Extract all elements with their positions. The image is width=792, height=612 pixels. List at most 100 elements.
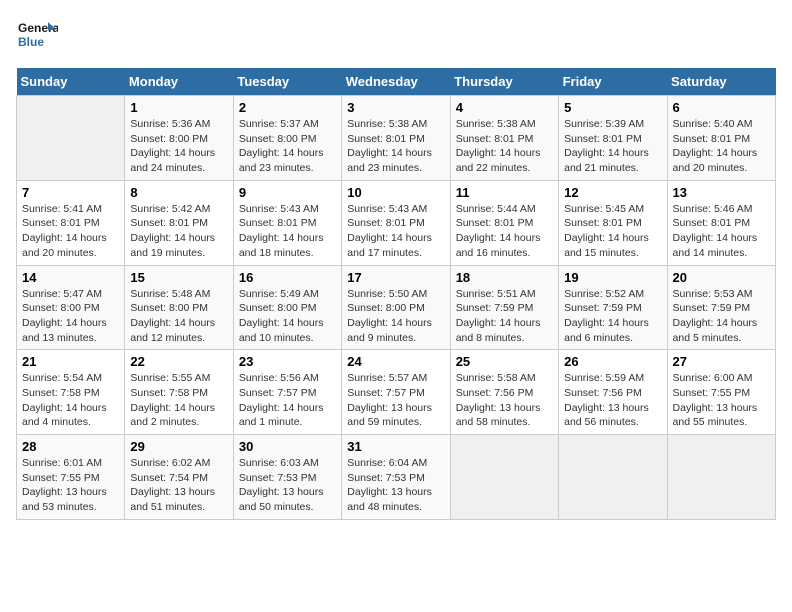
day-number: 31 <box>347 439 444 454</box>
day-number: 23 <box>239 354 336 369</box>
calendar-cell: 9Sunrise: 5:43 AM Sunset: 8:01 PM Daylig… <box>233 180 341 265</box>
day-info: Sunrise: 5:49 AM Sunset: 8:00 PM Dayligh… <box>239 287 336 346</box>
day-number: 28 <box>22 439 119 454</box>
day-header-tuesday: Tuesday <box>233 68 341 96</box>
calendar-cell <box>17 96 125 181</box>
day-number: 24 <box>347 354 444 369</box>
calendar-cell: 15 Sunrise: 5:48 AM Sunset: 8:00 PM Dayli… <box>125 265 233 350</box>
calendar-week-5: 28 Sunrise: 6:01 AM Sunset: 7:55 PM Dayli… <box>17 435 776 520</box>
day-info: Sunrise: 6:02 AM Sunset: 7:54 PM Dayligh… <box>130 456 227 515</box>
day-number: 7 <box>22 185 119 200</box>
day-info: Sunrise: 5:53 AM Sunset: 7:59 PM Dayligh… <box>673 287 770 346</box>
day-number: 16 <box>239 270 336 285</box>
calendar-cell: 16 Sunrise: 5:49 AM Sunset: 8:00 PM Dayli… <box>233 265 341 350</box>
calendar-cell: 30Sunrise: 6:03 AM Sunset: 7:53 PM Dayli… <box>233 435 341 520</box>
day-number: 12 <box>564 185 661 200</box>
calendar-cell: 13Sunrise: 5:46 AM Sunset: 8:01 PM Dayli… <box>667 180 775 265</box>
calendar-cell: 26 Sunrise: 5:59 AM Sunset: 7:56 PM Dayli… <box>559 350 667 435</box>
day-info: Sunrise: 5:51 AM Sunset: 7:59 PM Dayligh… <box>456 287 553 346</box>
day-header-saturday: Saturday <box>667 68 775 96</box>
calendar-table: SundayMondayTuesdayWednesdayThursdayFrid… <box>16 68 776 520</box>
day-info: Sunrise: 5:47 AM Sunset: 8:00 PM Dayligh… <box>22 287 119 346</box>
calendar-cell: 29Sunrise: 6:02 AM Sunset: 7:54 PM Dayli… <box>125 435 233 520</box>
day-number: 21 <box>22 354 119 369</box>
day-number: 3 <box>347 100 444 115</box>
calendar-cell: 18Sunrise: 5:51 AM Sunset: 7:59 PM Dayli… <box>450 265 558 350</box>
day-header-monday: Monday <box>125 68 233 96</box>
day-number: 10 <box>347 185 444 200</box>
day-number: 27 <box>673 354 770 369</box>
day-info: Sunrise: 5:45 AM Sunset: 8:01 PM Dayligh… <box>564 202 661 261</box>
calendar-header-row: SundayMondayTuesdayWednesdayThursdayFrid… <box>17 68 776 96</box>
day-number: 11 <box>456 185 553 200</box>
day-info: Sunrise: 5:48 AM Sunset: 8:00 PM Dayligh… <box>130 287 227 346</box>
day-header-thursday: Thursday <box>450 68 558 96</box>
calendar-cell: 23 Sunrise: 5:56 AM Sunset: 7:57 PM Dayli… <box>233 350 341 435</box>
day-number: 26 <box>564 354 661 369</box>
calendar-cell: 19Sunrise: 5:52 AM Sunset: 7:59 PM Dayli… <box>559 265 667 350</box>
calendar-week-2: 7Sunrise: 5:41 AM Sunset: 8:01 PM Daylig… <box>17 180 776 265</box>
day-header-sunday: Sunday <box>17 68 125 96</box>
calendar-cell: 10 Sunrise: 5:43 AM Sunset: 8:01 PM Dayli… <box>342 180 450 265</box>
day-number: 6 <box>673 100 770 115</box>
day-number: 20 <box>673 270 770 285</box>
day-info: Sunrise: 5:40 AM Sunset: 8:01 PM Dayligh… <box>673 117 770 176</box>
day-info: Sunrise: 6:04 AM Sunset: 7:53 PM Dayligh… <box>347 456 444 515</box>
day-number: 25 <box>456 354 553 369</box>
calendar-cell: 5 Sunrise: 5:39 AM Sunset: 8:01 PM Daylig… <box>559 96 667 181</box>
calendar-cell: 7Sunrise: 5:41 AM Sunset: 8:01 PM Daylig… <box>17 180 125 265</box>
day-info: Sunrise: 5:42 AM Sunset: 8:01 PM Dayligh… <box>130 202 227 261</box>
calendar-cell: 31 Sunrise: 6:04 AM Sunset: 7:53 PM Dayli… <box>342 435 450 520</box>
calendar-cell: 20 Sunrise: 5:53 AM Sunset: 7:59 PM Dayli… <box>667 265 775 350</box>
calendar-cell: 14 Sunrise: 5:47 AM Sunset: 8:00 PM Dayli… <box>17 265 125 350</box>
day-number: 5 <box>564 100 661 115</box>
day-info: Sunrise: 5:55 AM Sunset: 7:58 PM Dayligh… <box>130 371 227 430</box>
day-info: Sunrise: 5:36 AM Sunset: 8:00 PM Dayligh… <box>130 117 227 176</box>
day-info: Sunrise: 5:38 AM Sunset: 8:01 PM Dayligh… <box>456 117 553 176</box>
calendar-cell <box>559 435 667 520</box>
day-number: 14 <box>22 270 119 285</box>
day-info: Sunrise: 5:44 AM Sunset: 8:01 PM Dayligh… <box>456 202 553 261</box>
calendar-cell: 25 Sunrise: 5:58 AM Sunset: 7:56 PM Dayli… <box>450 350 558 435</box>
day-info: Sunrise: 5:57 AM Sunset: 7:57 PM Dayligh… <box>347 371 444 430</box>
calendar-cell: 28 Sunrise: 6:01 AM Sunset: 7:55 PM Dayli… <box>17 435 125 520</box>
calendar-cell: 4 Sunrise: 5:38 AM Sunset: 8:01 PM Daylig… <box>450 96 558 181</box>
day-info: Sunrise: 5:50 AM Sunset: 8:00 PM Dayligh… <box>347 287 444 346</box>
day-number: 1 <box>130 100 227 115</box>
day-number: 22 <box>130 354 227 369</box>
day-number: 4 <box>456 100 553 115</box>
day-number: 15 <box>130 270 227 285</box>
calendar-cell: 17 Sunrise: 5:50 AM Sunset: 8:00 PM Dayli… <box>342 265 450 350</box>
calendar-cell: 11 Sunrise: 5:44 AM Sunset: 8:01 PM Dayli… <box>450 180 558 265</box>
calendar-cell: 1 Sunrise: 5:36 AM Sunset: 8:00 PM Daylig… <box>125 96 233 181</box>
calendar-cell: 2 Sunrise: 5:37 AM Sunset: 8:00 PM Daylig… <box>233 96 341 181</box>
day-info: Sunrise: 5:58 AM Sunset: 7:56 PM Dayligh… <box>456 371 553 430</box>
day-info: Sunrise: 5:59 AM Sunset: 7:56 PM Dayligh… <box>564 371 661 430</box>
day-info: Sunrise: 5:38 AM Sunset: 8:01 PM Dayligh… <box>347 117 444 176</box>
calendar-cell: 24 Sunrise: 5:57 AM Sunset: 7:57 PM Dayli… <box>342 350 450 435</box>
svg-text:Blue: Blue <box>18 35 44 49</box>
day-number: 17 <box>347 270 444 285</box>
day-info: Sunrise: 5:54 AM Sunset: 7:58 PM Dayligh… <box>22 371 119 430</box>
calendar-week-3: 14 Sunrise: 5:47 AM Sunset: 8:00 PM Dayli… <box>17 265 776 350</box>
day-number: 2 <box>239 100 336 115</box>
logo-svg: General Blue <box>16 16 58 58</box>
day-header-wednesday: Wednesday <box>342 68 450 96</box>
day-info: Sunrise: 5:43 AM Sunset: 8:01 PM Dayligh… <box>347 202 444 261</box>
day-info: Sunrise: 6:01 AM Sunset: 7:55 PM Dayligh… <box>22 456 119 515</box>
day-info: Sunrise: 5:39 AM Sunset: 8:01 PM Dayligh… <box>564 117 661 176</box>
calendar-cell: 6 Sunrise: 5:40 AM Sunset: 8:01 PM Daylig… <box>667 96 775 181</box>
calendar-cell <box>667 435 775 520</box>
day-info: Sunrise: 5:37 AM Sunset: 8:00 PM Dayligh… <box>239 117 336 176</box>
day-number: 19 <box>564 270 661 285</box>
day-info: Sunrise: 6:03 AM Sunset: 7:53 PM Dayligh… <box>239 456 336 515</box>
calendar-cell: 21 Sunrise: 5:54 AM Sunset: 7:58 PM Dayli… <box>17 350 125 435</box>
calendar-cell: 12 Sunrise: 5:45 AM Sunset: 8:01 PM Dayli… <box>559 180 667 265</box>
day-header-friday: Friday <box>559 68 667 96</box>
day-number: 9 <box>239 185 336 200</box>
calendar-week-4: 21 Sunrise: 5:54 AM Sunset: 7:58 PM Dayli… <box>17 350 776 435</box>
day-info: Sunrise: 5:56 AM Sunset: 7:57 PM Dayligh… <box>239 371 336 430</box>
day-number: 8 <box>130 185 227 200</box>
calendar-cell: 3 Sunrise: 5:38 AM Sunset: 8:01 PM Daylig… <box>342 96 450 181</box>
calendar-cell: 27Sunrise: 6:00 AM Sunset: 7:55 PM Dayli… <box>667 350 775 435</box>
